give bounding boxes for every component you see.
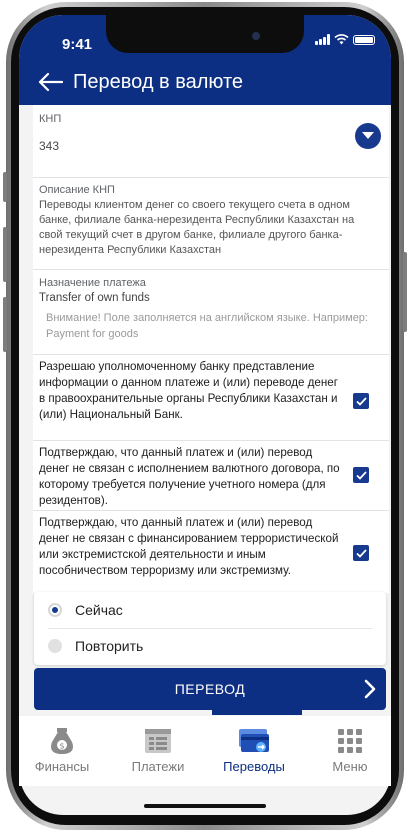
nav-bar: Перевод в валюте bbox=[37, 70, 243, 94]
svg-text:$: $ bbox=[59, 742, 64, 751]
knp-description-label: Описание КНП bbox=[39, 184, 115, 196]
knp-description-field: Описание КНП Переводы клиентом денег со … bbox=[33, 178, 389, 270]
transfer-button[interactable]: ПЕРЕВОД bbox=[34, 668, 386, 710]
consent-text-2: Подтверждаю, что данный платеж и (или) п… bbox=[39, 446, 340, 507]
transfer-button-label: ПЕРЕВОД bbox=[174, 681, 246, 697]
status-icons bbox=[315, 34, 375, 45]
mute-switch bbox=[3, 172, 7, 202]
consent-text-1: Разрешаю уполномоченному банку представл… bbox=[39, 360, 338, 421]
tab-menu[interactable]: Меню bbox=[307, 726, 393, 774]
payments-list-icon bbox=[115, 726, 201, 756]
volume-up-button bbox=[3, 227, 7, 282]
knp-label: КНП bbox=[39, 113, 62, 125]
radio-repeat-label: Повторить bbox=[75, 638, 144, 654]
chevron-right-icon bbox=[364, 679, 376, 699]
money-bag-icon: $ bbox=[19, 726, 105, 756]
back-arrow-icon[interactable] bbox=[37, 70, 63, 94]
knp-description-value: Переводы клиентом денег со своего текуще… bbox=[39, 199, 355, 256]
radio-unselected-icon[interactable] bbox=[48, 639, 62, 653]
purpose-field[interactable]: Назначение платежа Transfer of own funds… bbox=[33, 270, 389, 355]
front-camera bbox=[252, 32, 260, 40]
consent-checkbox-2[interactable] bbox=[353, 467, 369, 483]
power-button bbox=[403, 252, 407, 332]
purpose-label: Назначение платежа bbox=[39, 277, 146, 289]
schedule-options: Сейчас Повторить bbox=[34, 592, 386, 665]
consent-row-3: Подтверждаю, что данный платеж и (или) п… bbox=[33, 511, 389, 593]
consent-row-1: Разрешаю уполномоченному банку представл… bbox=[33, 355, 389, 441]
consent-row-2: Подтверждаю, что данный платеж и (или) п… bbox=[33, 441, 389, 511]
bottom-tab-bar: $ Финансы Платежи Переводы Меню bbox=[19, 716, 391, 786]
knp-value: 343 bbox=[39, 139, 60, 153]
knp-field[interactable]: КНП 343 bbox=[33, 105, 389, 178]
transfer-form: КНП 343 Описание КНП Переводы клиентом д… bbox=[33, 105, 389, 593]
tab-transfers-label: Переводы bbox=[223, 759, 285, 774]
notch bbox=[106, 15, 304, 53]
tab-finance-label: Финансы bbox=[34, 759, 90, 774]
chevron-down-icon[interactable] bbox=[355, 123, 381, 149]
consent-checkbox-3[interactable] bbox=[353, 545, 369, 561]
tab-transfers[interactable]: Переводы bbox=[211, 726, 297, 774]
tab-finance[interactable]: $ Финансы bbox=[19, 726, 105, 774]
app-header: 9:41 Перевод в валюте bbox=[19, 15, 391, 105]
tab-menu-label: Меню bbox=[332, 759, 368, 774]
battery-icon bbox=[353, 34, 375, 45]
radio-repeat[interactable]: Повторить bbox=[48, 638, 143, 654]
radio-selected-icon[interactable] bbox=[48, 603, 62, 617]
signal-icon bbox=[315, 34, 330, 45]
transfer-card-icon bbox=[211, 726, 297, 756]
divider bbox=[48, 628, 372, 629]
tab-payments-label: Платежи bbox=[131, 759, 185, 774]
home-indicator bbox=[144, 804, 266, 808]
consent-text-3: Подтверждаю, что данный платеж и (или) п… bbox=[39, 516, 339, 577]
radio-now[interactable]: Сейчас bbox=[48, 602, 123, 618]
menu-grid-icon bbox=[307, 726, 393, 756]
purpose-hint: Внимание! Поле заполняется на английском… bbox=[46, 312, 368, 340]
tab-payments[interactable]: Платежи bbox=[115, 726, 201, 774]
volume-down-button bbox=[3, 297, 7, 352]
wifi-icon bbox=[334, 34, 349, 45]
page-title: Перевод в валюте bbox=[73, 70, 244, 93]
status-time: 9:41 bbox=[62, 36, 93, 53]
purpose-input[interactable]: Transfer of own funds bbox=[39, 292, 379, 304]
active-tab-indicator bbox=[212, 710, 302, 715]
radio-now-label: Сейчас bbox=[75, 602, 123, 618]
consent-checkbox-1[interactable] bbox=[353, 393, 369, 409]
